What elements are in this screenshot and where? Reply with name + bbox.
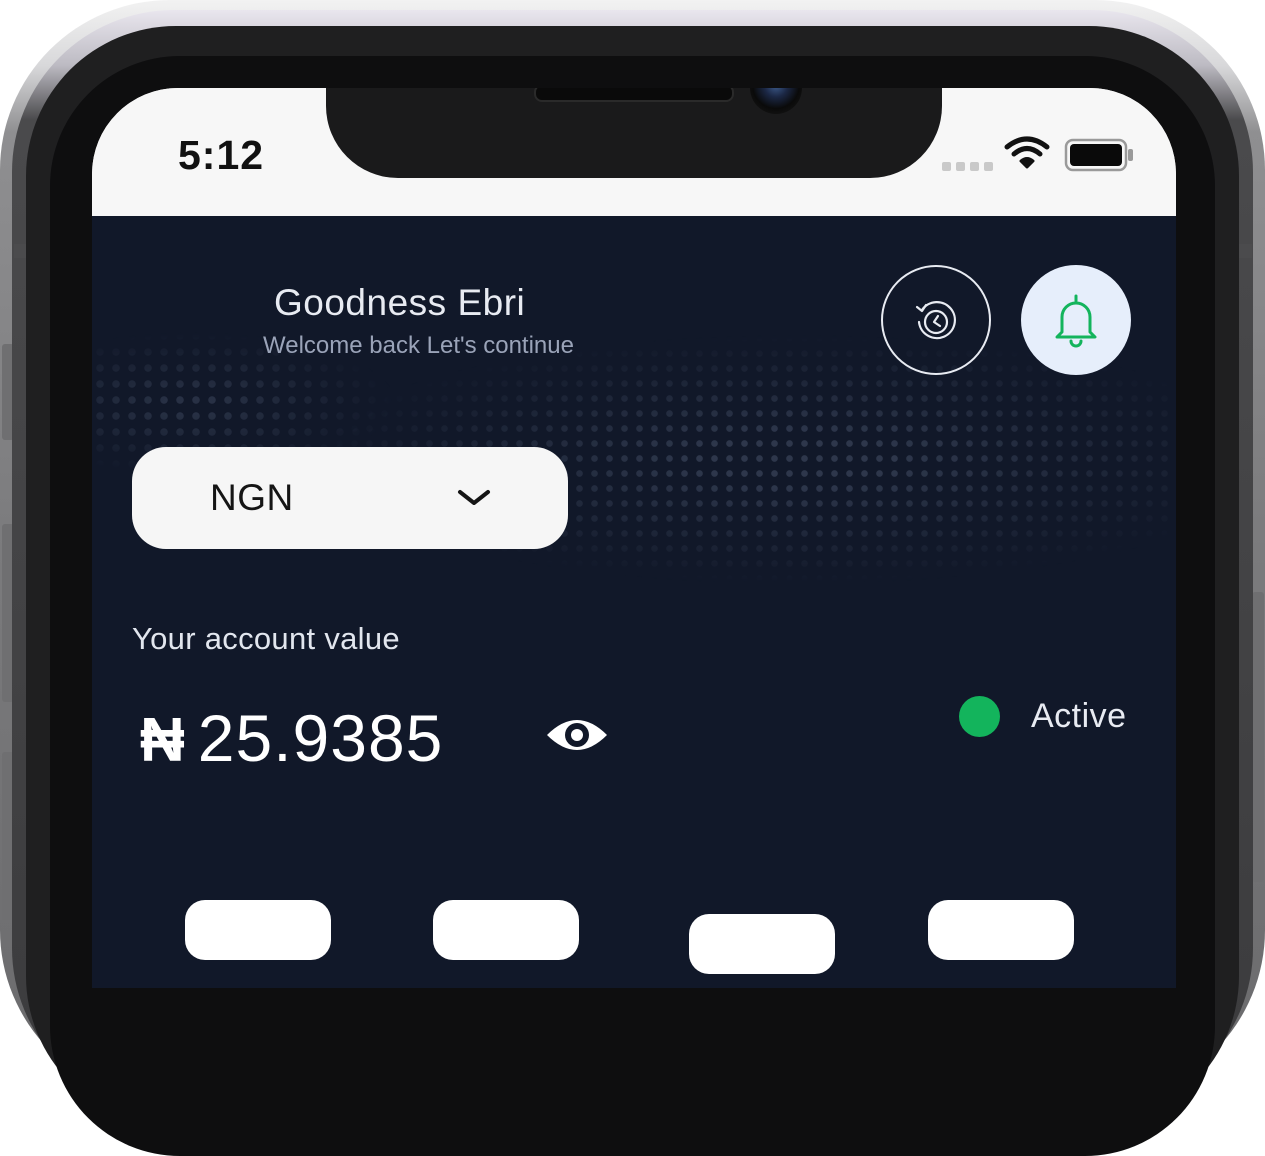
balance-amount: 25.9385 <box>197 701 444 775</box>
chevron-down-icon <box>458 490 490 505</box>
status-indicator-dot <box>959 696 1000 737</box>
power-button <box>1252 592 1264 882</box>
quick-action-2[interactable] <box>433 900 579 960</box>
wifi-icon <box>1004 136 1050 169</box>
account-balance: ₦ 25.9385 <box>140 700 443 776</box>
account-value-label: Your account value <box>132 621 400 656</box>
status-time: 5:12 <box>178 132 265 178</box>
eye-icon[interactable] <box>544 713 610 757</box>
history-clock-icon <box>915 301 956 340</box>
history-button[interactable] <box>881 265 991 375</box>
wallet-dashboard: Goodness Ebri Welcome back Let's continu… <box>92 216 1176 988</box>
quick-action-1[interactable] <box>185 900 331 960</box>
bell-icon <box>1055 294 1097 348</box>
quick-action-3[interactable] <box>689 914 835 974</box>
user-name: Goodness Ebri <box>274 282 526 323</box>
currency-value: NGN <box>210 477 294 518</box>
currency-symbol: ₦ <box>140 706 186 775</box>
currency-select[interactable]: NGN <box>132 447 568 549</box>
cellular-signal-icon <box>942 162 993 171</box>
battery-icon <box>1064 138 1133 172</box>
welcome-subtitle: Welcome back Let's continue <box>263 332 574 359</box>
account-status: Active <box>1031 697 1127 735</box>
status-bar: 5:12 <box>92 88 1176 216</box>
notch <box>326 88 942 178</box>
speaker-grille <box>534 88 734 102</box>
quick-action-4[interactable] <box>928 900 1074 960</box>
notifications-button[interactable] <box>1021 265 1131 375</box>
front-camera-icon <box>750 88 802 114</box>
phone-screen: 5:12 Goodness Ebri Welcome back Let's co… <box>92 88 1176 988</box>
